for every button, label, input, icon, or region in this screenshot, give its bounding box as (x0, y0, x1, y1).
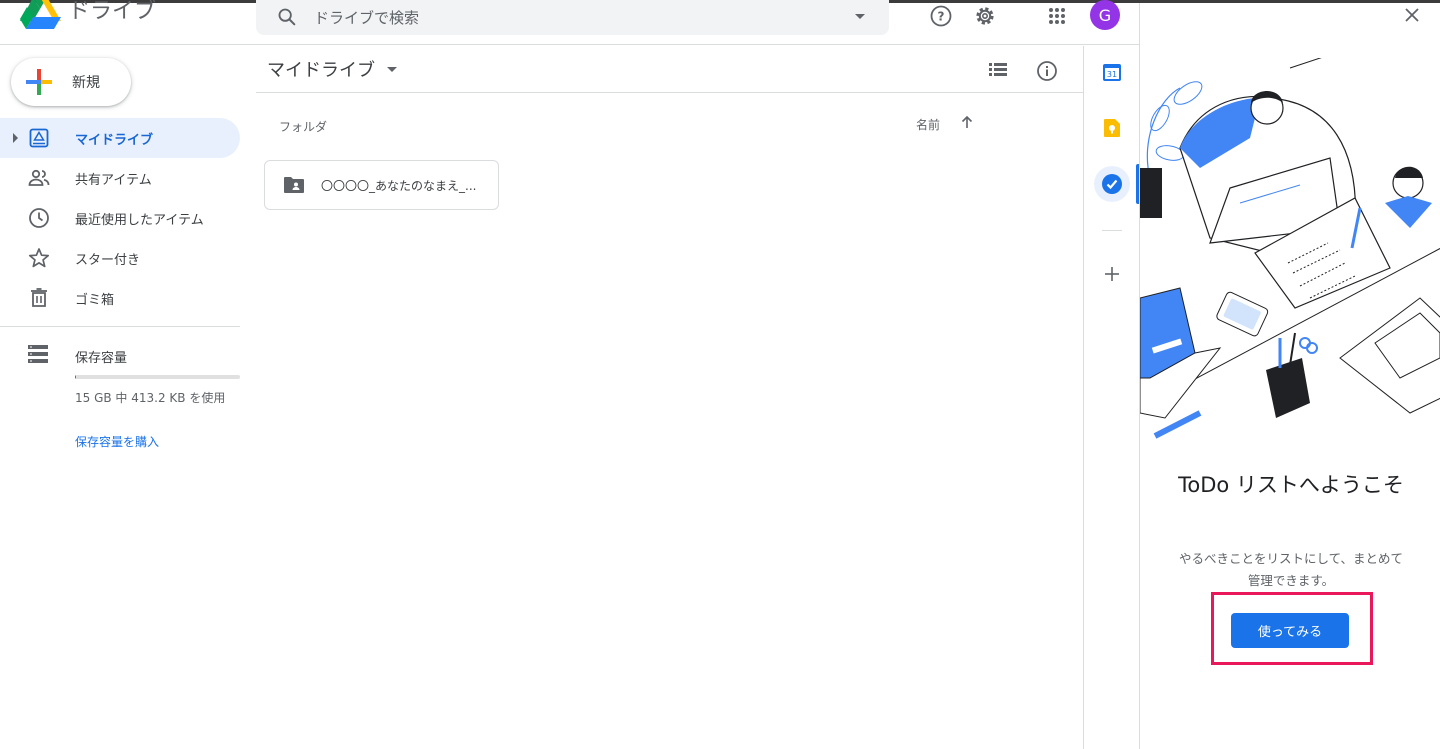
sidebar-item-starred[interactable]: スター付き (0, 238, 240, 278)
list-view-button[interactable] (983, 56, 1013, 86)
new-button-label: 新規 (72, 75, 100, 91)
side-apps-rail: 31 (1083, 46, 1140, 749)
add-addon-button[interactable] (1094, 256, 1130, 292)
drive-logo-icon[interactable] (20, 0, 62, 29)
header: ドライブ ? G (0, 0, 1139, 45)
sidebar-item-label: 共有アイテム (75, 172, 152, 188)
trash-icon (31, 288, 47, 307)
search-options-dropdown-icon[interactable] (855, 14, 865, 19)
details-button[interactable] (1032, 56, 1062, 86)
svg-text:?: ? (938, 10, 945, 24)
help-icon: ? (930, 5, 952, 27)
list-view-icon (989, 63, 1007, 76)
sidebar-item-recent[interactable]: 最近使用したアイテム (0, 198, 240, 238)
settings-button[interactable] (970, 1, 1000, 31)
svg-text:31: 31 (1107, 70, 1117, 79)
sort-by-name-button[interactable]: 名前 (916, 116, 940, 133)
help-button[interactable]: ? (926, 1, 956, 31)
apps-button[interactable] (1042, 1, 1072, 31)
page-title: マイドライブ (267, 60, 375, 81)
storage-usage-fill (75, 375, 76, 379)
search-icon[interactable] (276, 6, 298, 28)
storage-usage-text: 15 GB 中 413.2 KB を使用 (75, 391, 226, 405)
chevron-down-icon[interactable] (387, 66, 397, 72)
my-drive-icon (29, 128, 49, 148)
shared-folder-icon (284, 177, 304, 193)
folders-section-label: フォルダ (279, 120, 328, 134)
keep-button[interactable] (1094, 110, 1130, 146)
storage-icon (28, 345, 48, 363)
sidebar-item-trash[interactable]: ゴミ箱 (0, 278, 240, 318)
sidebar-item-label: 最近使用したアイテム (75, 212, 204, 228)
info-icon (1037, 61, 1057, 81)
gear-icon (976, 7, 994, 25)
storage-label: 保存容量 (75, 351, 128, 366)
folder-item[interactable]: 〇〇〇〇_あなたのなまえ_... (264, 160, 499, 210)
tasks-welcome-illustration (1140, 58, 1440, 439)
keep-icon (1104, 119, 1120, 137)
new-button[interactable]: 新規 (11, 58, 131, 106)
folder-name: 〇〇〇〇_あなたのなまえ_... (321, 179, 477, 193)
search-input[interactable] (314, 0, 834, 35)
plus-icon (1105, 267, 1119, 281)
main-divider (256, 92, 1083, 93)
arrow-up-icon[interactable] (959, 114, 975, 130)
plus-colored-icon (26, 69, 52, 95)
sidebar-divider (0, 326, 240, 327)
calendar-icon: 31 (1103, 64, 1121, 81)
sidebar-item-label: ゴミ箱 (75, 292, 115, 308)
calendar-button[interactable]: 31 (1094, 54, 1130, 90)
tasks-welcome-description: やるべきことをリストにして、まとめて管理できます。 (1178, 551, 1403, 588)
get-started-button[interactable]: 使ってみる (1231, 613, 1349, 648)
tasks-button[interactable] (1094, 166, 1130, 202)
tasks-welcome-title: ToDo リストへようこそ (1178, 473, 1404, 497)
sidebar: 新規 マイドライブ 共有アイテム 最近使用したアイテム スター付き ゴミ箱 保存… (0, 46, 256, 749)
sidebar-item-my-drive[interactable]: マイドライブ (0, 118, 240, 158)
tasks-icon (1102, 174, 1122, 194)
search-bar[interactable] (256, 0, 889, 35)
rail-divider (1102, 230, 1122, 231)
location-title[interactable]: マイドライブ (267, 56, 397, 82)
sidebar-item-label: スター付き (75, 252, 141, 268)
shared-icon (28, 169, 50, 186)
star-icon (28, 248, 50, 268)
close-icon[interactable] (1402, 5, 1422, 25)
main-content: マイドライブ フォルダ 名前 〇〇〇〇_あなたのなまえ_... (256, 46, 1083, 749)
account-avatar[interactable]: G (1090, 0, 1120, 30)
storage-usage-bar (75, 375, 240, 379)
clock-icon (29, 208, 49, 228)
buy-storage-link[interactable]: 保存容量を購入 (75, 433, 159, 450)
tasks-panel: ToDo リストへようこそ やるべきことをリストにして、まとめて管理できます。 … (1139, 3, 1440, 749)
expand-caret-icon[interactable] (13, 133, 18, 143)
sidebar-nav: マイドライブ 共有アイテム 最近使用したアイテム スター付き ゴミ箱 (0, 118, 240, 318)
sidebar-item-label: マイドライブ (75, 132, 154, 148)
sidebar-item-shared[interactable]: 共有アイテム (0, 158, 240, 198)
apps-grid-icon (1049, 8, 1065, 24)
app-name: ドライブ (68, 0, 157, 24)
